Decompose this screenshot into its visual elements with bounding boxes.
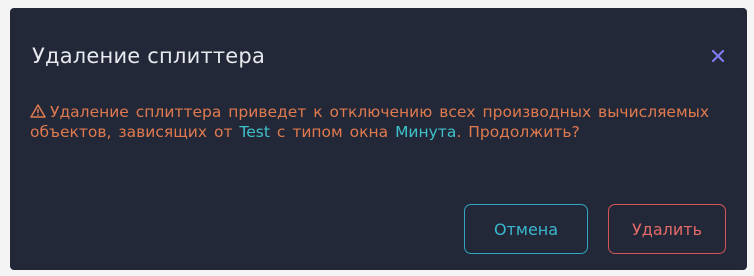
- message-text-part2: с типом окна: [269, 123, 396, 141]
- warning-icon: [30, 104, 46, 118]
- window-type: Минута: [395, 123, 457, 141]
- delete-splitter-dialog: Удаление сплиттера Удаление сплиттера пр…: [10, 8, 747, 270]
- warning-message: Удаление сплиттера приведет к отключению…: [30, 102, 742, 142]
- cancel-button[interactable]: Отмена: [464, 204, 588, 254]
- entity-name: Test: [239, 123, 270, 141]
- dialog-title: Удаление сплиттера: [32, 44, 266, 68]
- delete-button[interactable]: Удалить: [608, 204, 726, 254]
- message-text-part3: . Продолжить?: [456, 123, 580, 141]
- close-icon[interactable]: [706, 44, 730, 68]
